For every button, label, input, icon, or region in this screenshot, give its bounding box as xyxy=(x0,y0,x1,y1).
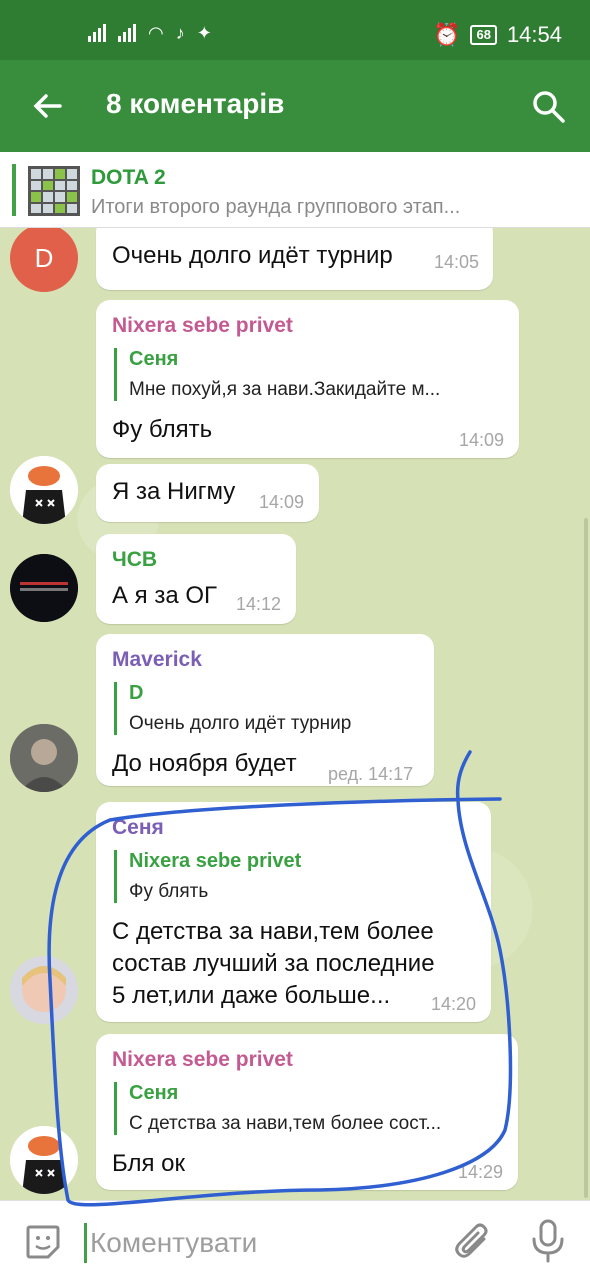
message-text-line: С детства за нави,тем более xyxy=(112,918,434,945)
image-avatar-icon xyxy=(10,554,78,622)
twitter-icon: ✦ xyxy=(196,23,212,43)
quote-text: Очень долго идёт турнир xyxy=(129,713,352,734)
message-bubble[interactable]: Nixera sebe privet Сеня Мне похуй,я за н… xyxy=(96,300,519,458)
quote-text: С детства за нави,тем более сост... xyxy=(129,1113,442,1134)
avatar[interactable] xyxy=(10,554,78,622)
message-text: Бля ок xyxy=(112,1150,185,1177)
battery-indicator: 68 xyxy=(470,25,497,45)
message-text: Фу блять xyxy=(112,416,213,443)
sender-name[interactable]: Сеня xyxy=(112,816,164,840)
message-text: Очень долго идёт турнир xyxy=(112,242,393,269)
status-icons: ◠ ♪ ✦ xyxy=(88,24,212,42)
quote-author: Сеня xyxy=(129,1082,179,1104)
cat-avatar-icon xyxy=(10,456,78,524)
sender-name[interactable]: Nixera sebe privet xyxy=(112,1048,293,1072)
message-text: С детства за нави,тем более состав лучши… xyxy=(112,916,435,1012)
sender-name[interactable]: ЧСВ xyxy=(112,548,157,572)
message-bubble[interactable]: Maverick D Очень долго идёт турнир До но… xyxy=(96,634,434,786)
message-time: 14:05 xyxy=(434,252,480,272)
reply-quote[interactable]: Сеня Мне похуй,я за нави.Закидайте м... xyxy=(114,348,506,401)
sticker-icon[interactable] xyxy=(24,1223,62,1261)
message-text: До ноября будет xyxy=(112,750,297,777)
status-bar: ◠ ♪ ✦ ⏰ 68 14:54 xyxy=(0,0,590,60)
message-time: 14:09 xyxy=(259,492,305,512)
reply-quote[interactable]: Сеня С детства за нави,тем более сост... xyxy=(114,1082,504,1135)
pinned-subtitle: Итоги второго раунда группового этап... xyxy=(91,196,461,218)
clock: 14:54 xyxy=(506,22,562,47)
message-bubble[interactable]: Nixera sebe privet Сеня С детства за нав… xyxy=(96,1034,518,1190)
quote-author: D xyxy=(129,682,144,704)
message-bubble[interactable]: ЧСВ А я за ОГ 14:12 xyxy=(96,534,296,624)
photo-avatar-icon xyxy=(10,956,78,1024)
message-time: 14:12 xyxy=(236,594,282,614)
page-title: 8 коментарів xyxy=(106,88,285,119)
message-time: 14:29 xyxy=(458,1162,504,1182)
comment-composer xyxy=(0,1200,590,1280)
avatar[interactable]: D xyxy=(10,228,78,292)
message-time: 14:09 xyxy=(459,430,505,450)
reply-quote[interactable]: D Очень долго идёт турнир xyxy=(114,682,419,735)
avatar[interactable] xyxy=(10,1126,78,1194)
message-text: А я за ОГ xyxy=(112,582,218,609)
message-bubble[interactable]: Я за Нигму 14:09 xyxy=(96,464,319,522)
message-text: Я за Нигму xyxy=(112,478,236,505)
message-time: ред. 14:17 xyxy=(328,764,414,784)
text-cursor xyxy=(84,1223,87,1263)
signal-icon xyxy=(88,24,106,42)
sender-name[interactable]: Maverick xyxy=(112,648,202,672)
sender-name[interactable]: Nixera sebe privet xyxy=(112,314,293,338)
alarm-icon: ⏰ xyxy=(433,22,461,47)
message-bubble[interactable]: Сеня Nixera sebe privet Фу блять С детст… xyxy=(96,802,491,1022)
quote-text: Мне похуй,я за нави.Закидайте м... xyxy=(129,379,441,400)
avatar[interactable] xyxy=(10,724,78,792)
avatar[interactable] xyxy=(10,456,78,524)
back-arrow-icon[interactable] xyxy=(28,86,68,126)
message-bubble[interactable]: Очень долго идёт турнир 14:05 xyxy=(96,228,493,290)
scrollbar[interactable] xyxy=(584,518,588,1198)
attach-icon[interactable] xyxy=(454,1221,494,1263)
search-icon[interactable] xyxy=(528,86,568,126)
message-time: 14:20 xyxy=(431,994,477,1014)
quote-author: Сеня xyxy=(129,348,179,370)
quote-author: Nixera sebe privet xyxy=(129,850,302,872)
pinned-accent-bar xyxy=(12,164,16,216)
microphone-icon[interactable] xyxy=(530,1219,566,1263)
signal-icon xyxy=(118,24,136,42)
post-thumbnail xyxy=(28,166,80,216)
wifi-icon: ◠ xyxy=(148,23,164,43)
pinned-title: DOTA 2 xyxy=(91,166,166,189)
tiktok-icon: ♪ xyxy=(175,23,185,43)
photo-avatar-icon xyxy=(10,724,78,792)
message-text-line: 5 лет,или даже больше... xyxy=(112,982,391,1009)
app-bar: 8 коментарів xyxy=(0,60,590,152)
reply-quote[interactable]: Nixera sebe privet Фу блять xyxy=(114,850,476,903)
quote-text: Фу блять xyxy=(129,881,209,902)
avatar[interactable] xyxy=(10,956,78,1024)
pinned-post[interactable]: DOTA 2 Итоги второго раунда группового э… xyxy=(0,152,590,228)
message-text-line: состав лучший за последние xyxy=(112,950,435,977)
comments-list[interactable]: D Очень долго идёт турнир 14:05 Nixera s… xyxy=(0,228,590,1200)
cat-avatar-icon xyxy=(10,1126,78,1194)
comment-input[interactable] xyxy=(90,1225,420,1261)
